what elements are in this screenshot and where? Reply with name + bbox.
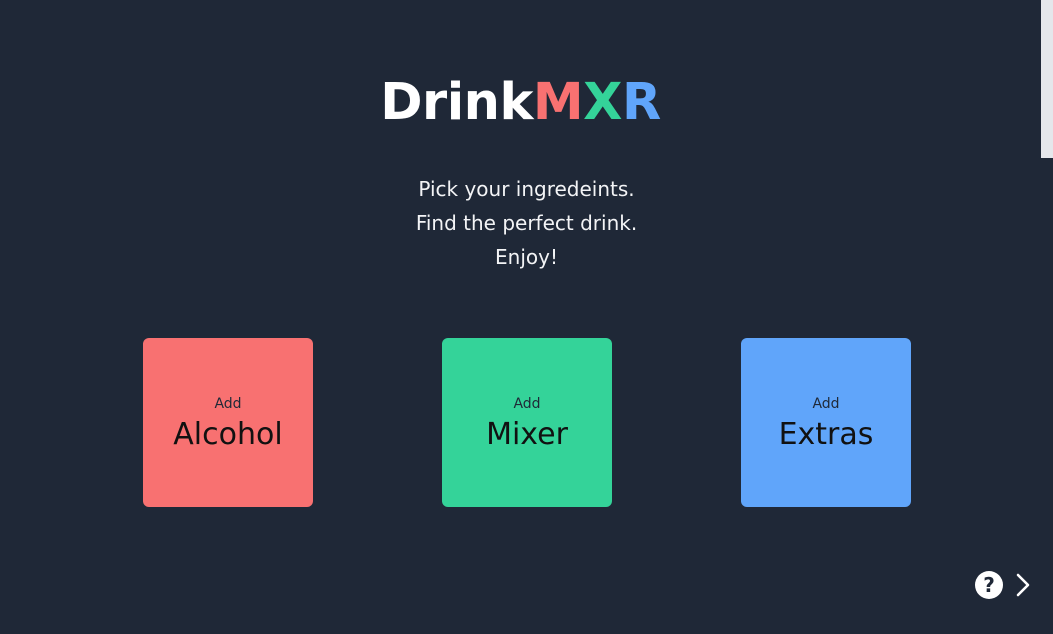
add-mixer-button[interactable]: Add Mixer <box>442 338 612 507</box>
card-label: Extras <box>778 417 874 452</box>
card-prefix: Add <box>214 396 242 412</box>
logo-letter-x: X <box>583 73 622 132</box>
app-page: DrinkMXR Pick your ingredeints. Find the… <box>0 0 1053 634</box>
add-alcohol-button[interactable]: Add Alcohol <box>143 338 313 507</box>
add-extras-button[interactable]: Add Extras <box>741 338 911 507</box>
card-prefix: Add <box>513 396 541 412</box>
logo-letter-r: R <box>622 73 661 132</box>
card-prefix: Add <box>812 396 840 412</box>
chevron-right-icon[interactable] <box>1012 571 1034 599</box>
logo-text-drink: Drink <box>380 73 533 132</box>
tagline-line-3: Enjoy! <box>495 245 558 269</box>
tagline: Pick your ingredeints. Find the perfect … <box>0 172 1053 274</box>
logo-letter-m: M <box>532 73 584 132</box>
question-circle-icon[interactable]: ? <box>975 571 1003 599</box>
tagline-line-1: Pick your ingredeints. <box>418 177 635 201</box>
chevron-right-svg <box>1016 573 1030 597</box>
scrollbar[interactable] <box>1041 0 1053 634</box>
card-label: Alcohol <box>173 417 283 452</box>
scrollbar-thumb[interactable] <box>1041 0 1053 158</box>
tagline-line-2: Find the perfect drink. <box>415 211 638 235</box>
app-logo: DrinkMXR <box>0 70 1041 136</box>
card-label: Mixer <box>486 417 568 452</box>
